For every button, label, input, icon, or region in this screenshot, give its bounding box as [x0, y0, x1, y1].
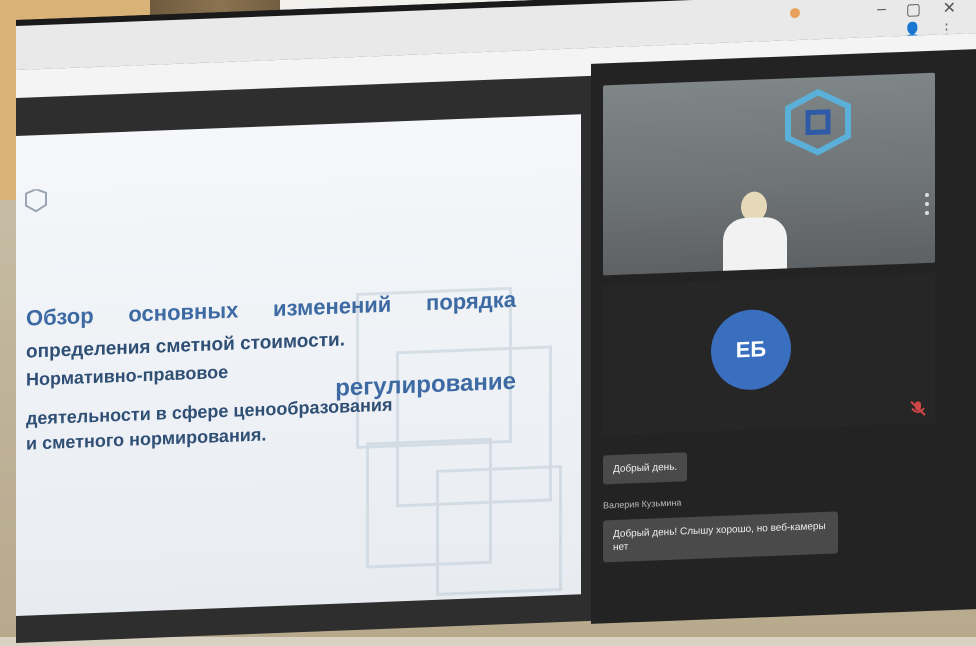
slide-word: основных: [128, 297, 239, 327]
monitor-screen: – ▢ ✕ 👤 ⋮ Обзор основных изменений поряд…: [16, 0, 976, 643]
presentation-slide: Обзор основных изменений порядка определ…: [16, 114, 581, 616]
slide-logo-icon: [25, 188, 47, 213]
slide-word: Обзор: [26, 303, 94, 331]
speaker-video-tile[interactable]: [603, 72, 935, 276]
minimize-icon[interactable]: –: [877, 1, 886, 19]
chat-message: Добрый день.: [603, 452, 688, 485]
slide-word: порядка: [426, 286, 516, 316]
participant-tile[interactable]: ЕБ: [603, 272, 935, 436]
slide-heading: Обзор основных изменений порядка определ…: [26, 287, 516, 455]
mic-off-icon: [910, 400, 926, 416]
meeting-side-panel: ЕБ Добрый день. Валерия Кузьмина Добрый …: [591, 49, 976, 624]
speaker-person: [723, 190, 787, 276]
chat-panel: Добрый день. Валерия Кузьмина Добрый ден…: [603, 443, 935, 563]
chat-message: Добрый день! Слышу хорошо, но веб-камеры…: [603, 511, 838, 563]
chat-sender-name: Валерия Кузьмина: [603, 497, 682, 511]
avatar: ЕБ: [711, 308, 791, 392]
close-icon[interactable]: ✕: [943, 0, 956, 18]
record-indicator: [790, 7, 800, 19]
tile-options-icon[interactable]: [925, 192, 929, 220]
maximize-icon[interactable]: ▢: [906, 0, 921, 20]
slide-word: изменений: [273, 291, 392, 322]
org-logo-icon: [785, 88, 851, 156]
